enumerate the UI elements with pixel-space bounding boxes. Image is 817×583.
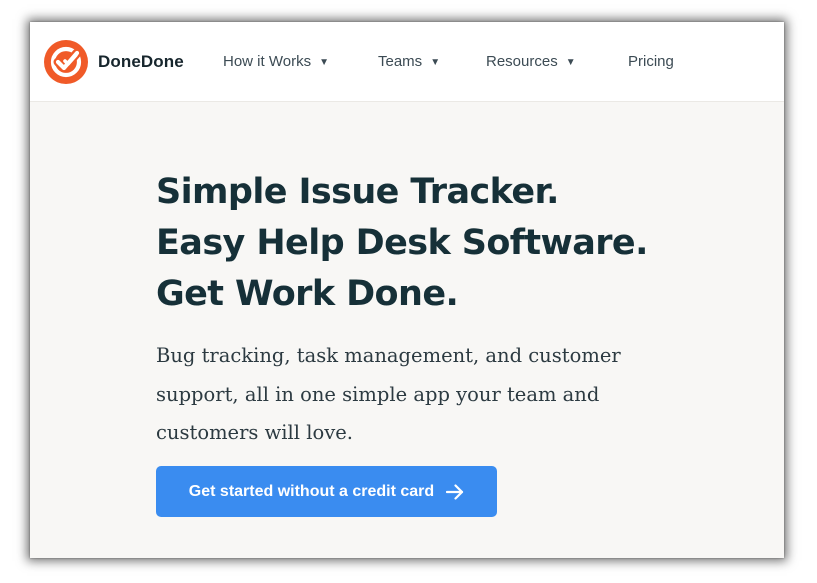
chevron-down-icon: ▼: [565, 57, 576, 68]
top-navigation-bar: DoneDone How it Works ▼ Teams ▼ Resources ▼…: [30, 22, 784, 102]
nav-item-label: Teams: [378, 53, 423, 70]
nav-item-resources[interactable]: Resources ▼: [486, 53, 576, 70]
chevron-down-icon: ▼: [319, 57, 329, 68]
donedone-logo[interactable]: [44, 40, 88, 84]
cta-label: Get started without a credit card: [188, 482, 435, 500]
hero-headline: Simple Issue Tracker. Easy Help Desk Sof…: [156, 167, 756, 320]
arrow-right-icon: [446, 483, 464, 500]
browser-page-frame: DoneDone How it Works ▼ Teams ▼ Resources ▼…: [30, 22, 784, 558]
hero-section: Simple Issue Tracker. Easy Help Desk Sof…: [156, 167, 756, 453]
brand-name[interactable]: DoneDone: [98, 52, 184, 72]
get-started-button[interactable]: Get started without a credit card: [156, 466, 497, 517]
hero-subcopy: Bug tracking, task management, and custo…: [156, 344, 621, 444]
nav-item-label: How it Works: [223, 53, 312, 70]
headline-line: Easy Help Desk Software.: [156, 223, 648, 263]
nav-item-label: Pricing: [628, 53, 674, 70]
double-check-icon: [50, 46, 82, 78]
headline-line: Simple Issue Tracker.: [156, 172, 559, 212]
nav-item-teams[interactable]: Teams ▼: [378, 53, 440, 70]
nav-item-how-it-works[interactable]: How it Works ▼: [223, 53, 329, 70]
nav-item-label: Resources: [486, 53, 558, 70]
chevron-down-icon: ▼: [430, 57, 441, 68]
nav-item-pricing[interactable]: Pricing: [628, 53, 674, 70]
headline-line: Get Work Done.: [156, 274, 459, 314]
